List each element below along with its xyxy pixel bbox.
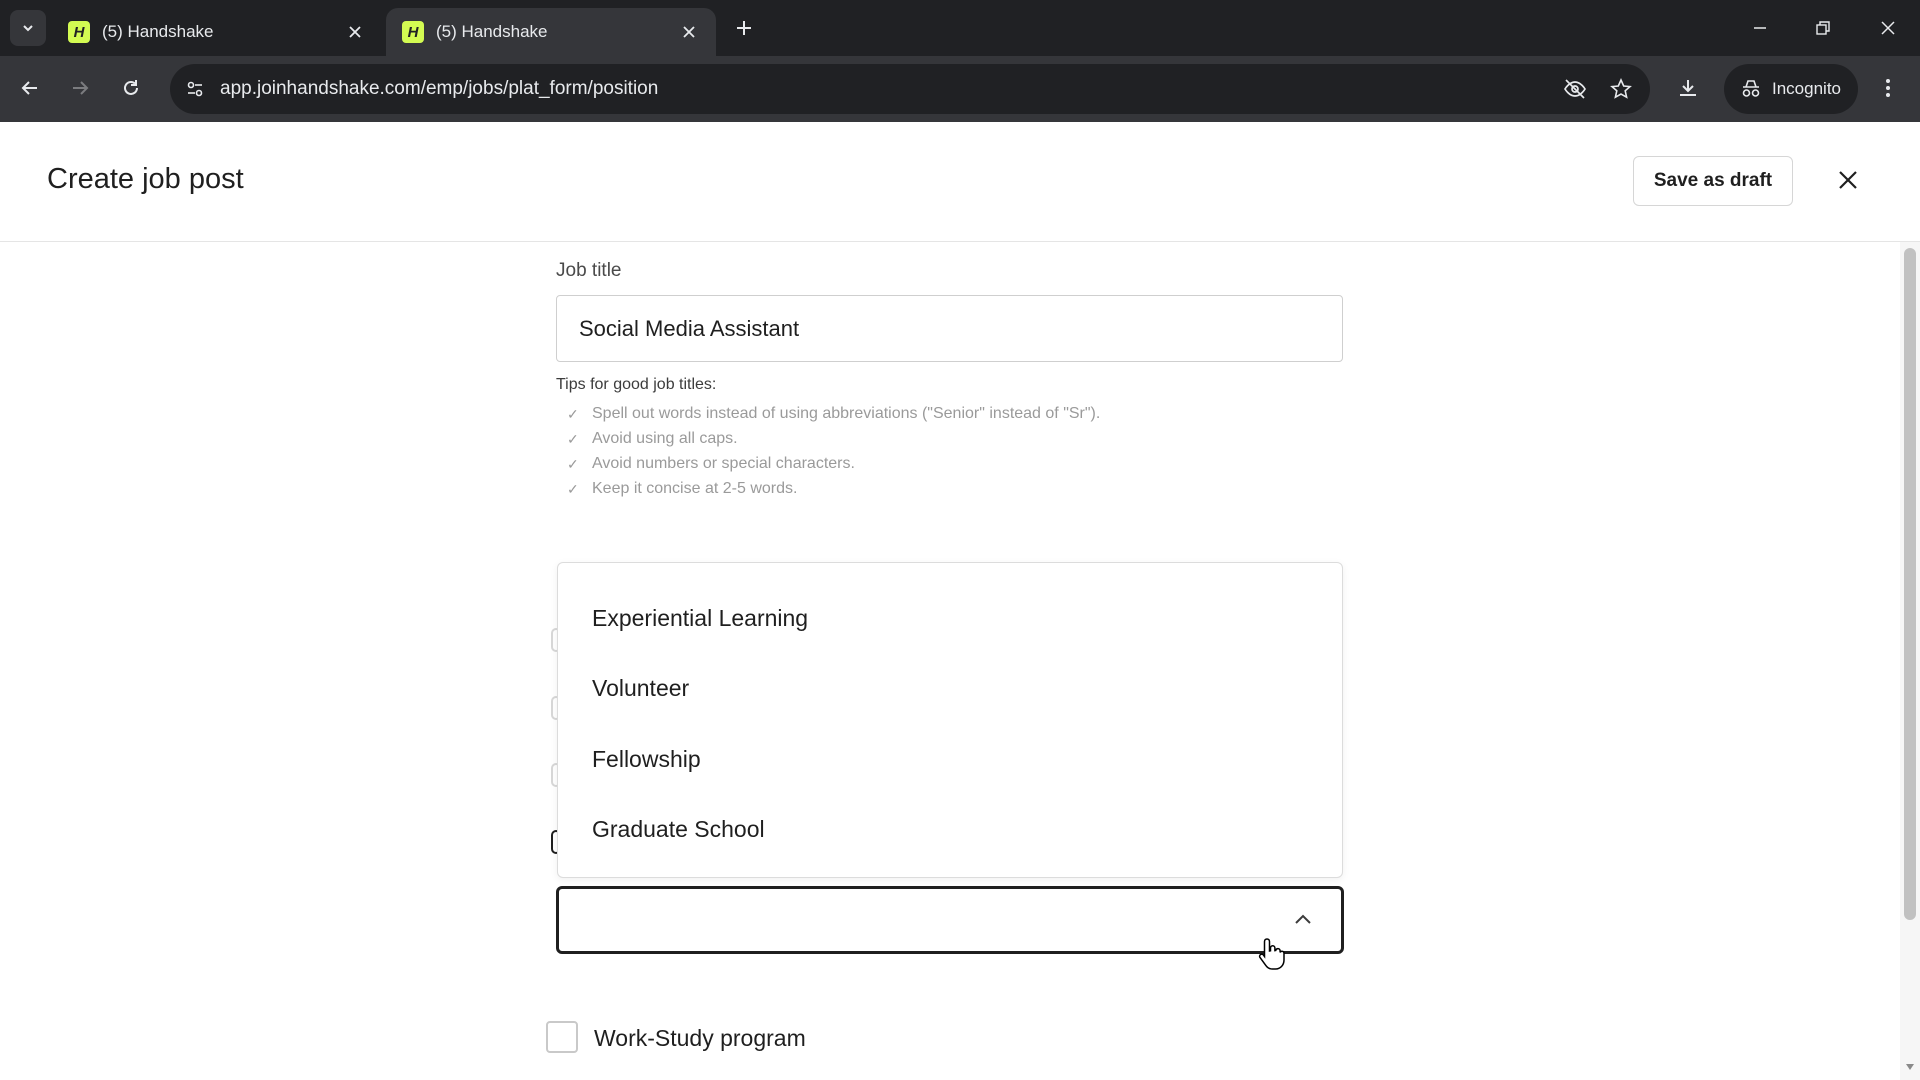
browser-toolbar: app.joinhandshake.com/emp/jobs/plat_form… [0,56,1920,122]
tips-title: Tips for good job titles: [556,376,717,393]
tune-icon [187,81,203,97]
tip-text: Avoid using all caps. [592,430,738,447]
browser-tab-2[interactable]: H (5) Handshake [386,8,716,56]
tab-search-button[interactable] [10,10,46,46]
dropdown-option[interactable]: Experiential Learning [592,605,808,632]
job-type-dropdown-menu: Experiential Learning Volunteer Fellowsh… [557,562,1343,878]
site-info-button[interactable] [178,72,212,106]
chevron-up-icon[interactable] [1291,907,1315,931]
address-bar[interactable]: app.joinhandshake.com/emp/jobs/plat_form… [170,64,1650,114]
close-tab-icon[interactable] [344,21,366,43]
incognito-label: Incognito [1772,79,1841,98]
tip-item: ✓ Keep it concise at 2-5 words. [567,480,797,498]
close-window-button[interactable] [1868,10,1908,46]
download-icon [1680,80,1696,96]
dropdown-option[interactable]: Fellowship [592,746,701,773]
incognito-icon [1742,80,1760,97]
back-arrow-icon [21,81,37,95]
page-scrollbar[interactable] [1900,242,1920,1080]
work-study-checkbox[interactable] [546,1021,578,1053]
tab-title: (5) Handshake [436,22,548,41]
tip-text: Avoid numbers or special characters. [592,455,855,472]
tip-item: ✓ Spell out words instead of using abbre… [567,405,1100,423]
scrollbar-thumb[interactable] [1904,248,1916,920]
close-icon [1839,171,1857,189]
dropdown-option[interactable]: Volunteer [592,675,689,702]
browser-tab-1[interactable]: H (5) Handshake [52,8,382,56]
close-tab-icon[interactable] [678,21,700,43]
handshake-favicon-icon: H [68,21,90,43]
plus-icon [737,21,751,35]
scroll-down-arrow-icon[interactable] [1905,1062,1915,1072]
check-icon: ✓ [567,405,579,422]
check-icon: ✓ [567,480,579,497]
job-type-select[interactable] [556,886,1344,954]
bookmark-star-icon[interactable] [1606,74,1636,104]
reload-button[interactable] [113,70,149,106]
downloads-button[interactable] [1670,70,1706,106]
tip-text: Keep it concise at 2-5 words. [592,480,798,497]
new-tab-button[interactable] [728,12,760,44]
tab-title: (5) Handshake [102,22,214,41]
page-title: Create job post [47,163,244,195]
tip-item: ✓ Avoid using all caps. [567,430,738,448]
save-as-draft-button[interactable]: Save as draft [1633,156,1793,206]
tip-text: Spell out words instead of using abbrevi… [592,405,1101,422]
incognito-indicator[interactable]: Incognito [1724,64,1858,114]
tracking-protection-icon[interactable] [1560,74,1590,104]
back-button[interactable] [12,70,48,106]
minimize-icon [1754,27,1766,29]
browser-menu-button[interactable] [1870,70,1906,106]
dropdown-option[interactable]: Graduate School [592,816,765,843]
forward-arrow-icon [73,81,89,95]
more-vertical-icon [1886,79,1890,97]
browser-tab-bar: H (5) Handshake H (5) Handshake [0,0,1920,56]
url-text[interactable]: app.joinhandshake.com/emp/jobs/plat_form… [220,78,658,100]
chevron-down-icon [23,25,33,32]
restore-icon [1816,21,1830,35]
close-icon [1881,21,1895,35]
tip-item: ✓ Avoid numbers or special characters. [567,455,855,473]
restore-button[interactable] [1803,10,1843,46]
check-icon: ✓ [567,430,579,447]
page-header: Create job post Save as draft [0,122,1920,242]
check-icon: ✓ [567,455,579,472]
reload-icon [124,80,138,95]
job-title-label: Job title [556,260,622,281]
close-page-button[interactable] [1830,162,1866,198]
work-study-label[interactable]: Work-Study program [594,1025,806,1052]
hand-cursor-icon [1258,938,1285,970]
job-title-input[interactable] [556,295,1343,362]
job-post-form: Job title Tips for good job titles: ✓ Sp… [0,242,1900,1080]
minimize-button[interactable] [1740,10,1780,46]
forward-button[interactable] [62,70,98,106]
handshake-favicon-icon: H [402,21,424,43]
